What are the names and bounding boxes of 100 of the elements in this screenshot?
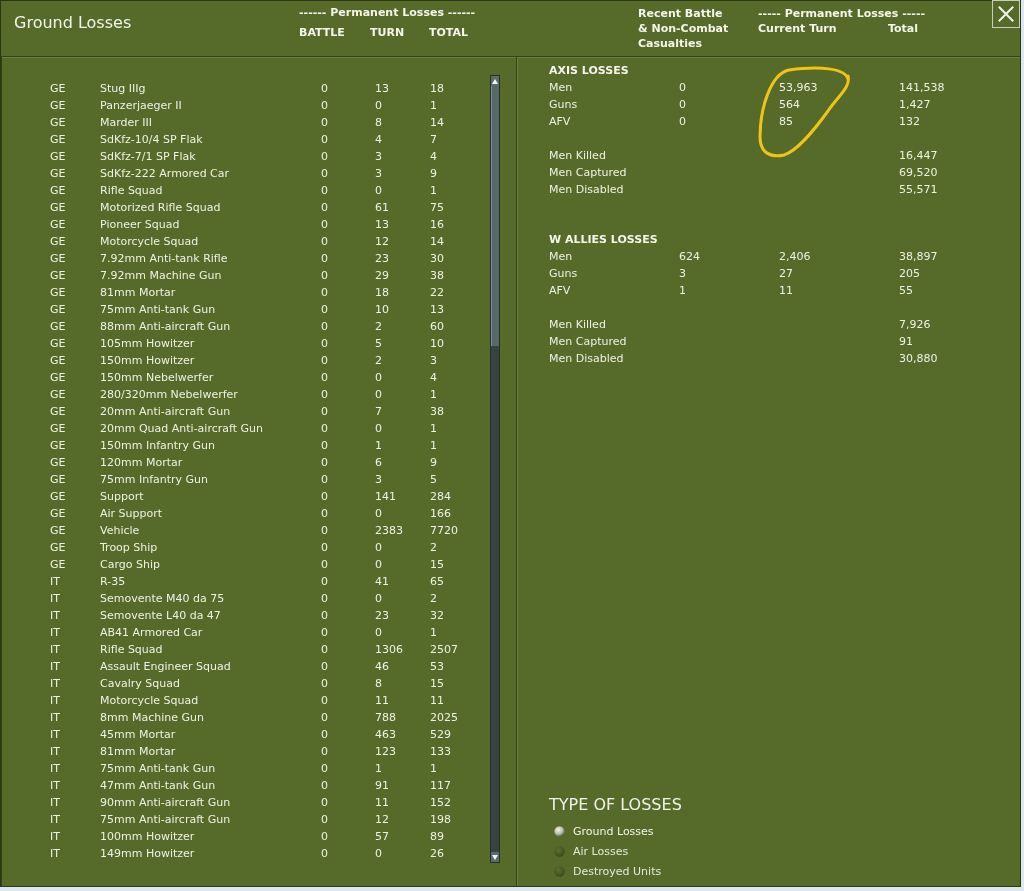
turn-count: 10 [375,302,389,317]
unit-name: Rifle Squad [100,642,163,657]
turn-count: 13 [375,81,389,96]
scrollbar-thumb[interactable] [491,86,499,346]
total-count: 3 [430,353,437,368]
unit-name: Motorcycle Squad [100,693,199,708]
battle-count: 0 [321,795,328,810]
turn-count: 6 [375,455,382,470]
nation-code: GE [50,506,66,521]
nation-code: IT [50,812,60,827]
column-heading: Current Turn [758,21,837,36]
unit-name: R-35 [100,574,126,589]
nation-code: GE [50,166,66,181]
recent-count: 1 [679,283,686,298]
window-title: Ground Losses [14,13,132,33]
total-count: 2 [430,540,437,555]
turn-count: 3 [375,166,382,181]
nation-code: GE [50,404,66,419]
close-button[interactable] [992,0,1020,28]
total-count: 16 [430,217,444,232]
battle-count: 0 [321,183,328,198]
battle-count: 0 [321,710,328,725]
unit-name: Cavalry Squad [100,676,180,691]
battle-count: 0 [321,438,328,453]
nation-code: GE [50,319,66,334]
nation-code: GE [50,268,66,283]
turn-count: 0 [375,506,382,521]
loss-label: AFV [549,114,571,129]
triangle-up-icon [492,78,498,84]
column-heading: TOTAL [429,26,469,40]
nation-code: GE [50,472,66,487]
triangle-down-icon [492,854,498,860]
turn-count: 23 [375,251,389,266]
battle-count: 0 [321,98,328,113]
total-count: 7 [430,132,437,147]
unit-name: Rifle Squad [100,183,163,198]
column-heading: TURN [370,26,405,40]
nation-code: GE [50,421,66,436]
turn-count: 4 [375,132,382,147]
total-count: 65 [430,574,444,589]
scrollbar-track[interactable] [490,75,500,863]
battle-count: 0 [321,489,328,504]
turn-count: 1 [375,438,382,453]
total-count: 133 [430,744,451,759]
total-count: 9 [430,166,437,181]
scroll-up-button[interactable] [491,76,499,86]
recent-count: 624 [679,249,700,264]
turn-count: 13 [375,217,389,232]
radio-option[interactable]: Destroyed Units [554,861,662,881]
unit-name: 7.92mm Anti-tank Rifle [100,251,228,266]
battle-count: 0 [321,404,328,419]
loss-label: Men [549,80,573,95]
nation-code: GE [50,81,66,96]
turn-count: 11 [375,795,389,810]
column-group-heading: ------ Permanent Losses ------ [299,6,476,20]
total-count: 529 [430,727,451,742]
unit-name: 81mm Mortar [100,285,176,300]
nation-code: IT [50,795,60,810]
total-count: 55 [899,283,913,298]
battle-count: 0 [321,200,328,215]
unit-name: AB41 Armored Car [100,625,203,640]
total-count: 38,897 [899,249,938,264]
unit-name: Marder III [100,115,153,130]
total-count: 53 [430,659,444,674]
nation-code: GE [50,149,66,164]
battle-count: 0 [321,659,328,674]
recent-count: 0 [679,97,686,112]
total-count: 1,427 [899,97,931,112]
total-count: 32 [430,608,444,623]
battle-count: 0 [321,115,328,130]
radio-option[interactable]: Ground Losses [554,821,654,841]
unit-name: 150mm Infantry Gun [100,438,216,453]
nation-code: IT [50,710,60,725]
nation-code: GE [50,387,66,402]
turn-count: 46 [375,659,389,674]
scroll-down-button[interactable] [491,852,499,862]
total-count: 89 [430,829,444,844]
total-count: 13 [430,302,444,317]
turn-count: 41 [375,574,389,589]
total-count: 2025 [430,710,458,725]
battle-count: 0 [321,319,328,334]
radio-option[interactable]: Air Losses [554,841,629,861]
battle-count: 0 [321,234,328,249]
battle-count: 0 [321,591,328,606]
total-count: 1 [430,387,437,402]
battle-count: 0 [321,472,328,487]
battle-count: 0 [321,761,328,776]
battle-count: 0 [321,132,328,147]
nation-code: IT [50,761,60,776]
loss-label: AFV [549,283,571,298]
total-count: 15 [430,676,444,691]
battle-count: 0 [321,149,328,164]
turn-count: 5 [375,336,382,351]
total-count: 91 [899,334,913,349]
nation-code: GE [50,98,66,113]
total-count: 1 [430,98,437,113]
turn-count: 11 [375,693,389,708]
nation-code: GE [50,438,66,453]
battle-count: 0 [321,744,328,759]
loss-label: Men [549,249,573,264]
